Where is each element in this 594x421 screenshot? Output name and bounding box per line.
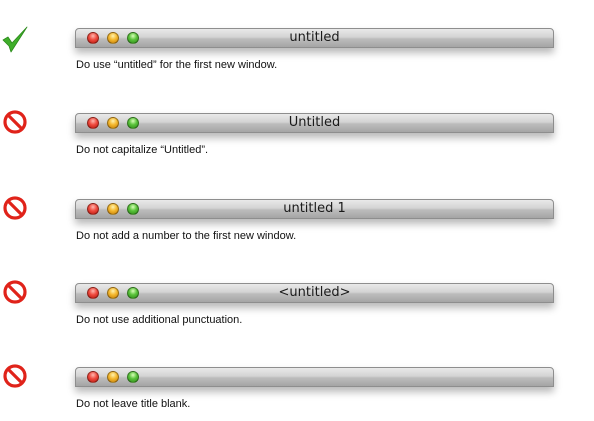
checkmark-icon <box>1 25 29 53</box>
guideline-caption: Do not capitalize “Untitled”. <box>76 144 209 156</box>
guideline-caption: Do use “untitled” for the first new wind… <box>76 59 278 71</box>
window-titlebar <box>75 367 554 387</box>
example-blank-wrong: Do not leave title blank. <box>0 361 594 421</box>
prohibited-icon <box>2 195 30 223</box>
example-punctuation-wrong: <untitled> Do not use additional punctua… <box>0 277 594 337</box>
guideline-caption: Do not use additional punctuation. <box>76 314 243 326</box>
zoom-button-icon[interactable] <box>127 371 139 383</box>
example-numbered-wrong: untitled 1 Do not add a number to the fi… <box>0 193 594 253</box>
window-titlebar: untitled <box>75 28 554 48</box>
example-capitalized-wrong: Untitled Do not capitalize “Untitled”. <box>0 107 594 167</box>
close-button-icon[interactable] <box>87 371 99 383</box>
prohibited-icon <box>2 363 30 391</box>
prohibited-icon <box>2 279 30 307</box>
guideline-caption: Do not add a number to the first new win… <box>76 230 297 242</box>
window-titlebar: Untitled <box>75 113 554 133</box>
minimize-button-icon[interactable] <box>107 371 119 383</box>
window-title: Untitled <box>288 115 341 130</box>
prohibited-icon <box>2 109 30 137</box>
window-titlebar: <untitled> <box>75 283 554 303</box>
window-title: untitled <box>289 30 340 45</box>
example-untitled-correct: untitled Do use “untitled” for the first… <box>0 22 594 82</box>
guideline-caption: Do not leave title blank. <box>76 398 191 410</box>
window-titlebar: untitled 1 <box>75 199 554 219</box>
window-title: untitled 1 <box>283 201 346 216</box>
window-title: <untitled> <box>278 285 351 300</box>
